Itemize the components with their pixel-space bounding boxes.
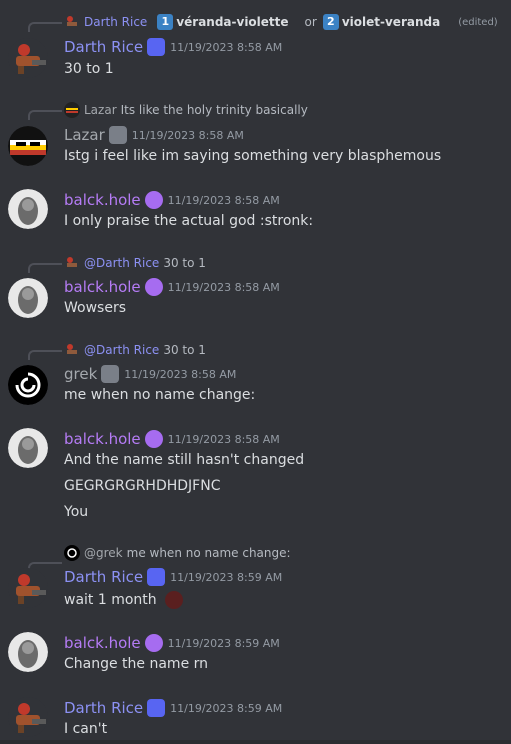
reply-author[interactable]: @Darth Rice: [84, 256, 159, 270]
message-header: grek 11/19/2023 8:58 AM: [64, 363, 236, 385]
message-text: Wowsers: [64, 300, 126, 316]
reply-text: me when no name change:: [126, 546, 291, 560]
reply-text: 30 to 1: [163, 256, 206, 270]
timestamp[interactable]: 11/19/2023 8:58 AM: [170, 41, 282, 54]
avatar-darth-rice[interactable]: [8, 697, 48, 737]
message-text: GEGRGRGRHDHDJFNC: [64, 478, 221, 494]
reply-preview[interactable]: Darth Rice 1 véranda-violette or 2 viole…: [64, 13, 498, 31]
username[interactable]: balck.hole: [64, 278, 141, 296]
role-icon: [144, 278, 163, 296]
reply-author[interactable]: @grek: [84, 546, 123, 560]
or-text: or: [304, 15, 317, 29]
message-header: Darth Rice 11/19/2023 8:59 AM: [64, 697, 282, 719]
username[interactable]: Darth Rice: [64, 699, 143, 717]
timestamp[interactable]: 11/19/2023 8:58 AM: [124, 368, 236, 381]
timestamp[interactable]: 11/19/2023 8:58 AM: [132, 129, 244, 142]
role-icon: [144, 430, 163, 448]
message-text: You: [64, 504, 89, 520]
username[interactable]: balck.hole: [64, 634, 141, 652]
reply-preview[interactable]: @Darth Rice 30 to 1: [64, 254, 206, 272]
message-text: I only praise the actual god :stronk:: [64, 213, 314, 229]
timestamp[interactable]: 11/19/2023 8:59 AM: [170, 702, 282, 715]
edited-label: (edited): [458, 16, 498, 28]
poll-number-badge: 1: [157, 14, 174, 30]
reply-connector: [28, 350, 62, 360]
timestamp[interactable]: 11/19/2023 8:58 AM: [168, 281, 280, 294]
role-icon: [108, 126, 127, 144]
message-text: 30 to 1: [64, 61, 114, 77]
avatar-mini-lazar: [64, 102, 80, 118]
avatar-darth-rice[interactable]: [8, 38, 48, 78]
poll-number-badge: 2: [322, 14, 339, 30]
timestamp[interactable]: 11/19/2023 8:58 AM: [168, 433, 280, 446]
username[interactable]: grek: [64, 365, 97, 383]
message-header: Lazar 11/19/2023 8:58 AM: [64, 124, 244, 146]
avatar-balck-hole[interactable]: [8, 428, 48, 468]
username[interactable]: Darth Rice: [64, 568, 143, 586]
message-header: balck.hole 11/19/2023 8:59 AM: [64, 632, 280, 654]
message-text: me when no name change:: [64, 387, 256, 403]
avatar-darth-rice[interactable]: [8, 568, 48, 608]
horizontal-scrollbar[interactable]: [0, 740, 511, 744]
username[interactable]: balck.hole: [64, 430, 141, 448]
reply-author[interactable]: Darth Rice: [84, 15, 147, 29]
message-text-content: wait 1 month: [64, 592, 157, 608]
avatar-mini-grek: [64, 545, 80, 561]
avatar-mini-darth: [64, 255, 80, 271]
message-text: I can't: [64, 721, 108, 737]
message-header: balck.hole 11/19/2023 8:58 AM: [64, 276, 280, 298]
message-text: Change the name rn: [64, 656, 209, 672]
message-header: balck.hole 11/19/2023 8:58 AM: [64, 428, 280, 450]
role-icon: [147, 568, 166, 586]
role-icon: [144, 634, 163, 652]
avatar-balck-hole[interactable]: [8, 632, 48, 672]
reply-preview[interactable]: Lazar Its like the holy trinity basicall…: [64, 101, 308, 119]
reply-text: 30 to 1: [163, 343, 206, 357]
role-icon: [147, 699, 166, 717]
poll-option: véranda-violette: [176, 15, 289, 29]
role-icon: [144, 191, 163, 209]
reply-text: Its like the holy trinity basically: [120, 103, 308, 117]
avatar-balck-hole[interactable]: [8, 278, 48, 318]
avatar-mini-darth: [64, 342, 80, 358]
message-text: Istg i feel like im saying something ver…: [64, 148, 442, 164]
message-text: wait 1 month: [64, 591, 184, 609]
role-icon: [101, 365, 120, 383]
poll-option: violet-veranda: [341, 15, 441, 29]
reply-connector: [28, 263, 62, 273]
sunglasses-emoji-icon: [165, 591, 184, 609]
avatar-lazar[interactable]: [8, 126, 48, 166]
message-header: balck.hole 11/19/2023 8:58 AM: [64, 189, 280, 211]
role-icon: [147, 38, 166, 56]
username[interactable]: Darth Rice: [64, 38, 143, 56]
reply-preview[interactable]: @Darth Rice 30 to 1: [64, 341, 206, 359]
message-header: Darth Rice 11/19/2023 8:58 AM: [64, 36, 282, 58]
username[interactable]: Lazar: [64, 126, 105, 144]
reply-author[interactable]: @Darth Rice: [84, 343, 159, 357]
avatar-mini-darth: [64, 14, 80, 30]
avatar-grek[interactable]: [8, 365, 48, 405]
timestamp[interactable]: 11/19/2023 8:59 AM: [168, 637, 280, 650]
reply-preview[interactable]: @grek me when no name change:: [64, 544, 291, 562]
message-text: And the name still hasn't changed: [64, 452, 305, 468]
reply-connector: [28, 110, 62, 120]
username[interactable]: balck.hole: [64, 191, 141, 209]
avatar-balck-hole[interactable]: [8, 189, 48, 229]
timestamp[interactable]: 11/19/2023 8:59 AM: [170, 571, 282, 584]
timestamp[interactable]: 11/19/2023 8:58 AM: [168, 194, 280, 207]
reply-author[interactable]: Lazar: [84, 103, 117, 117]
message-header: Darth Rice 11/19/2023 8:59 AM: [64, 566, 282, 588]
reply-connector: [28, 22, 62, 32]
